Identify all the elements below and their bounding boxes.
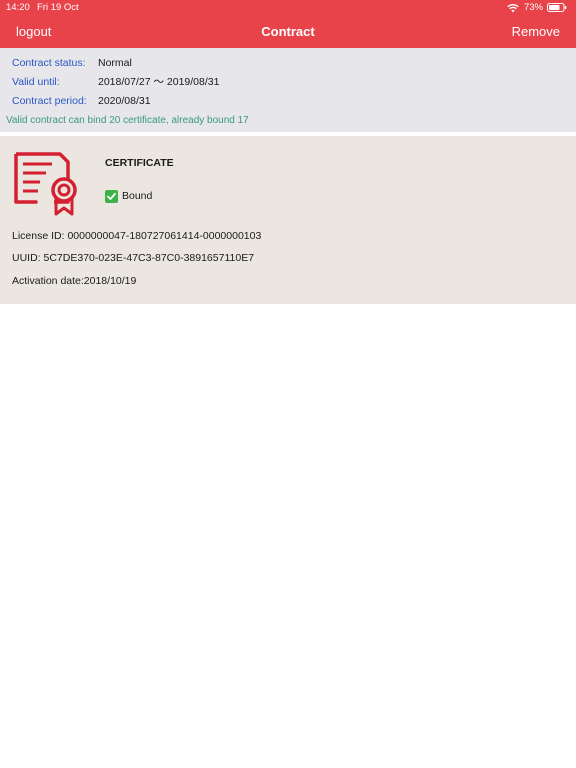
- empty-content-area: [0, 304, 576, 768]
- contract-period-row: Contract period: 2020/08/31: [12, 93, 151, 109]
- certificate-card[interactable]: CERTIFICATE Bound License ID: 0000000047…: [0, 136, 576, 304]
- valid-until-value: 2018/07/27 ～ 2019/08/31: [98, 76, 220, 88]
- status-bar: 14:20 Fri 19 Oct 73%: [0, 0, 576, 15]
- contract-status-label: Contract status:: [12, 57, 86, 69]
- contract-info-panel: Contract status: Normal Valid until: 2018/…: [0, 48, 576, 132]
- status-indicators: 73%: [507, 0, 567, 15]
- header: 14:20 Fri 19 Oct 73% logout Contract Rem…: [0, 0, 576, 48]
- check-icon: [105, 189, 118, 203]
- certificate-status-label: Bound: [122, 190, 153, 202]
- uuid: UUID: 5C7DE370-023E-47C3-87C0-3891657110…: [12, 252, 255, 264]
- license-id: License ID: 0000000047-180727061414-0000…: [12, 230, 262, 242]
- contract-period-label: Contract period:: [12, 95, 87, 107]
- status-date: Fri 19 Oct: [37, 2, 79, 13]
- contract-binding-note: Valid contract can bind 20 certificate, …: [6, 115, 249, 126]
- certificate-title: CERTIFICATE: [105, 157, 174, 169]
- remove-button[interactable]: Remove: [512, 16, 560, 48]
- contract-status-row: Contract status: Normal: [12, 55, 132, 71]
- certificate-status: Bound: [105, 189, 152, 203]
- activation-date: Activation date:2018/10/19: [12, 275, 137, 287]
- logout-button[interactable]: logout: [16, 16, 51, 48]
- nav-bar: logout Contract Remove: [0, 16, 576, 48]
- page-title: Contract: [261, 24, 315, 39]
- battery-icon: [547, 3, 567, 12]
- contract-status-value: Normal: [98, 57, 132, 69]
- valid-until-row: Valid until: 2018/07/27 ～ 2019/08/31: [12, 74, 219, 90]
- wifi-icon: [507, 3, 519, 12]
- valid-until-label: Valid until:: [12, 76, 60, 88]
- certificate-icon: [14, 152, 77, 216]
- battery-percent: 73%: [523, 2, 543, 13]
- contract-period-value: 2020/08/31: [98, 95, 151, 107]
- status-time: 14:20: [6, 2, 30, 13]
